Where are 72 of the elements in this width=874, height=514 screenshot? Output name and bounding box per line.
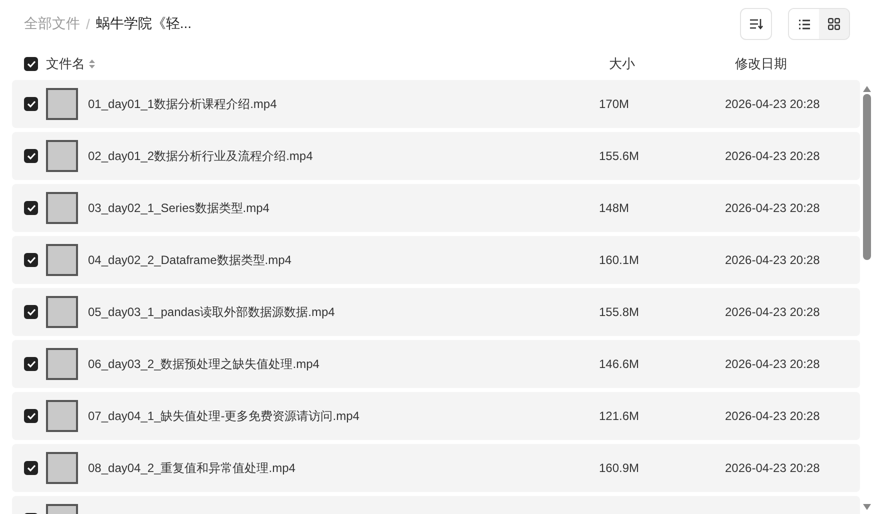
file-size: 148M bbox=[599, 201, 630, 215]
column-header: 修改日期 bbox=[735, 55, 787, 73]
video-thumbnail bbox=[46, 88, 78, 120]
file-name: 03_day02_1_Series数据类型.mp4 bbox=[88, 200, 270, 216]
checkmark-icon bbox=[26, 152, 36, 160]
scrollbar-thumb[interactable] bbox=[863, 94, 871, 260]
file-row[interactable]: 03_day02_1_Series数据类型.mp4 148M 2026-04-23 20:28 bbox=[12, 184, 860, 232]
column-header: 大小 bbox=[609, 55, 636, 73]
video-thumbnail bbox=[46, 192, 78, 224]
video-thumbnail bbox=[46, 244, 78, 276]
column-header[interactable]: 文件名 bbox=[46, 55, 85, 73]
file-row[interactable]: 08_day04_2_重复值和异常值处理.mp4 160.9M 2026-04-23 20:28 bbox=[12, 444, 860, 492]
file-size: 155.8M bbox=[599, 305, 640, 319]
file-row[interactable]: 05_day03_1_pandas读取外部数据源数据.mp4 155.8M 2026-04-23 20:28 bbox=[12, 288, 860, 336]
modified-date: 2026-04-23 20:28 bbox=[725, 97, 821, 111]
row-checkbox[interactable] bbox=[24, 357, 38, 371]
file-row[interactable]: 02_day01_2数据分析行业及流程介绍.mp4 155.6M 2026-04-23 20:28 bbox=[12, 132, 860, 180]
breadcrumb-separator: / bbox=[86, 16, 90, 32]
file-name: 04_day02_2_Dataframe数据类型.mp4 bbox=[88, 252, 292, 268]
sort-icon bbox=[749, 18, 763, 30]
checkmark-icon bbox=[26, 412, 36, 420]
row-checkbox[interactable] bbox=[24, 461, 38, 475]
grid-view-button[interactable] bbox=[819, 9, 849, 39]
file-size: 160.1M bbox=[599, 253, 640, 267]
file-name: 08_day04_2_重复值和异常值处理.mp4 bbox=[88, 460, 296, 476]
file-row[interactable]: 04_day02_2_Dataframe数据类型.mp4 160.1M 2026-04-23 20:28 bbox=[12, 236, 860, 284]
file-row[interactable]: 07_day04_1_缺失值处理-更多免费资源请访问.mp4 121.6M 2026-04-23 20:28 bbox=[12, 392, 860, 440]
select-all-checkbox[interactable] bbox=[24, 57, 38, 71]
file-row[interactable]: 06_day03_2_数据预处理之缺失值处理.mp4 146.6M 2026-04-23 20:28 bbox=[12, 340, 860, 388]
file-name: 06_day03_2_数据预处理之缺失值处理.mp4 bbox=[88, 356, 320, 372]
row-checkbox[interactable] bbox=[24, 149, 38, 163]
file-size: 121.6M bbox=[599, 409, 640, 423]
modified-date: 2026-04-23 20:28 bbox=[725, 201, 821, 215]
video-thumbnail bbox=[46, 452, 78, 484]
row-checkbox[interactable] bbox=[24, 97, 38, 111]
checkmark-icon bbox=[26, 360, 36, 368]
video-thumbnail bbox=[46, 348, 78, 380]
sort-button[interactable] bbox=[740, 8, 772, 40]
checkmark-icon bbox=[26, 100, 36, 108]
file-size: 146.6M bbox=[599, 357, 640, 371]
current-folder: 蜗牛学院《轻... bbox=[96, 15, 192, 33]
file-name: 01_day01_1数据分析课程介绍.mp4 bbox=[88, 96, 278, 112]
list-icon bbox=[798, 18, 810, 30]
row-checkbox[interactable] bbox=[24, 201, 38, 215]
video-thumbnail bbox=[46, 296, 78, 328]
video-thumbnail bbox=[46, 140, 78, 172]
checkmark-icon bbox=[26, 464, 36, 472]
row-checkbox[interactable] bbox=[24, 305, 38, 319]
modified-date: 2026-04-23 20:28 bbox=[725, 409, 821, 423]
file-size: 155.6M bbox=[599, 149, 640, 163]
file-size: 170M bbox=[599, 97, 630, 111]
checkmark-icon bbox=[26, 256, 36, 264]
file-name: 05_day03_1_pandas读取外部数据源数据.mp4 bbox=[88, 304, 336, 320]
file-name: 07_day04_1_缺失值处理-更多免费资源请访问.mp4 bbox=[88, 408, 360, 424]
modified-date: 2026-04-23 20:28 bbox=[725, 149, 821, 163]
file-name: 02_day01_2数据分析行业及流程介绍.mp4 bbox=[88, 148, 314, 164]
scroll-up-icon[interactable] bbox=[863, 86, 871, 92]
video-thumbnail bbox=[46, 400, 78, 432]
modified-date: 2026-04-23 20:28 bbox=[725, 461, 821, 475]
file-row[interactable]: 01_day01_1数据分析课程介绍.mp4 170M 2026-04-23 20:28 bbox=[12, 80, 860, 128]
modified-date: 2026-04-23 20:28 bbox=[725, 253, 821, 267]
grid-icon bbox=[828, 18, 840, 30]
row-checkbox[interactable] bbox=[24, 409, 38, 423]
sort-arrows-icon[interactable] bbox=[89, 59, 95, 69]
scroll-down-icon[interactable] bbox=[863, 504, 871, 510]
modified-date: 2026-04-23 20:28 bbox=[725, 357, 821, 371]
checkmark-icon bbox=[26, 204, 36, 212]
file-size: 160.9M bbox=[599, 461, 640, 475]
modified-date: 2026-04-23 20:28 bbox=[725, 305, 821, 319]
row-checkbox[interactable] bbox=[24, 253, 38, 267]
checkmark-icon bbox=[26, 60, 36, 68]
checkmark-icon bbox=[26, 308, 36, 316]
